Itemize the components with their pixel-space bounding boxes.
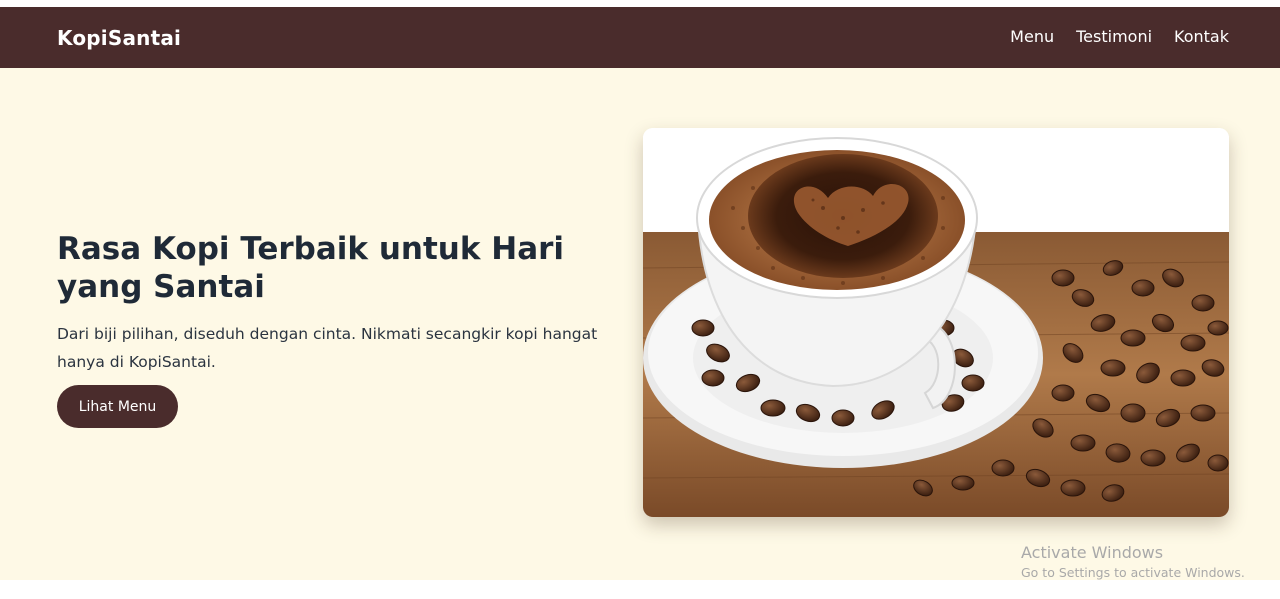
windows-activation-watermark: Activate Windows Go to Settings to activ…: [1021, 543, 1245, 580]
watermark-subtitle: Go to Settings to activate Windows.: [1021, 565, 1245, 580]
navbar: KopiSantai Menu Testimoni Kontak: [0, 7, 1280, 68]
nav-link-testimoni[interactable]: Testimoni: [1076, 27, 1152, 46]
hero-title: Rasa Kopi Terbaik untuk Hari yang Santai: [57, 231, 565, 305]
brand-logo[interactable]: KopiSantai: [57, 26, 181, 50]
hero-section: Rasa Kopi Terbaik untuk Hari yang Santai…: [0, 68, 1280, 580]
nav-link-menu[interactable]: Menu: [1010, 27, 1054, 46]
nav-link-kontak[interactable]: Kontak: [1174, 27, 1229, 46]
nav-links: Menu Testimoni Kontak: [1010, 27, 1229, 46]
hero-description: Dari biji pilihan, diseduh dengan cinta.…: [57, 325, 598, 371]
watermark-title: Activate Windows: [1021, 543, 1164, 562]
view-menu-button[interactable]: Lihat Menu: [57, 385, 178, 428]
top-strip: [0, 0, 1280, 7]
coffee-cup-illustration: [643, 128, 1229, 517]
hero-image: [643, 128, 1229, 517]
